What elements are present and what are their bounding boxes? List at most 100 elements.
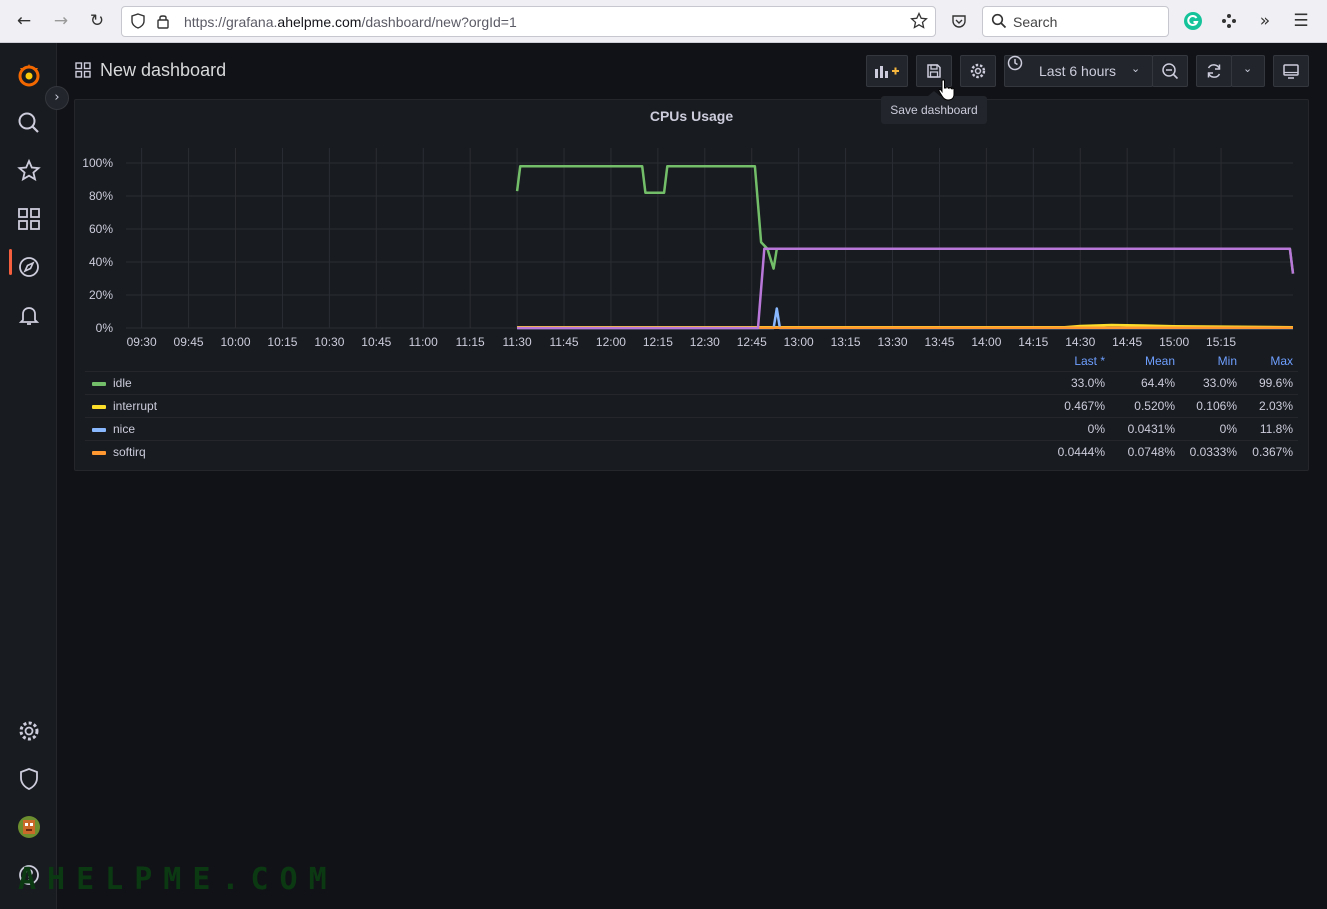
x-tick-label: 14:15 [1018, 335, 1048, 349]
search-icon[interactable] [16, 110, 42, 136]
legend-header-last[interactable]: Last * [1025, 354, 1105, 368]
legend-row-interrupt[interactable]: interrupt 0.467% 0.520% 0.106% 2.03% [85, 394, 1298, 417]
y-tick-label: 80% [89, 189, 113, 203]
reload-icon[interactable]: ↻ [85, 9, 109, 33]
watermark: AHELPME.COM [18, 862, 338, 897]
x-tick-label: 14:30 [1065, 335, 1095, 349]
time-range-picker[interactable]: Last 6 hours ⌄ [1004, 55, 1153, 87]
pocket-icon[interactable] [947, 9, 971, 33]
configuration-gear-icon[interactable] [16, 718, 42, 744]
legend-swatch [92, 382, 106, 386]
x-tick-label: 13:15 [831, 335, 861, 349]
legend-mean: 0.520% [1134, 399, 1175, 413]
legend-series-name[interactable]: idle [113, 376, 132, 390]
browser-toolbar: ← → ↻ https://grafana.ahelpme.com/dashbo… [0, 0, 1327, 43]
legend-last: 33.0% [1070, 376, 1105, 390]
x-tick-label: 09:30 [127, 335, 157, 349]
legend-mean: 0.0431% [1127, 422, 1175, 436]
url-bar[interactable]: https://grafana.ahelpme.com/dashboard/ne… [121, 6, 936, 37]
legend-swatch [92, 428, 106, 432]
dashboard-grid-icon [75, 62, 91, 78]
legend-mean: 0.0748% [1127, 445, 1175, 459]
zoom-out-button[interactable] [1152, 55, 1188, 87]
x-tick-label: 14:00 [971, 335, 1001, 349]
x-tick-label: 10:30 [314, 335, 344, 349]
legend-series-name[interactable]: softirq [113, 445, 146, 459]
x-tick-label: 12:15 [643, 335, 673, 349]
legend-header-min[interactable]: Min [1175, 354, 1237, 368]
bookmark-star-icon[interactable] [910, 11, 928, 34]
y-tick-label: 20% [89, 288, 113, 302]
legend-min: 33.0% [1202, 376, 1237, 390]
x-tick-label: 13:45 [924, 335, 954, 349]
forward-icon[interactable]: → [49, 9, 73, 33]
legend-last: 0% [1087, 422, 1105, 436]
x-tick-label: 12:00 [596, 335, 626, 349]
x-tick-label: 13:30 [878, 335, 908, 349]
expand-menu-button[interactable]: › [45, 86, 69, 110]
legend-max: 2.03% [1258, 399, 1293, 413]
x-tick-label: 11:30 [503, 335, 532, 349]
cpu-usage-chart[interactable]: 100% 80% 60% 40% 20% 0% 09:30 09:45 10:00 10:15 10… [75, 100, 1308, 350]
x-tick-label: 14:45 [1112, 335, 1142, 349]
legend-min: 0% [1219, 422, 1237, 436]
url-text: https://grafana.ahelpme.com/dashboard/ne… [184, 14, 517, 30]
x-tick-label: 15:00 [1159, 335, 1189, 349]
legend-mean: 64.4% [1140, 376, 1175, 390]
x-tick-label: 10:45 [361, 335, 391, 349]
lock-icon[interactable] [156, 13, 170, 33]
hamburger-menu-icon[interactable]: ☰ [1289, 9, 1313, 33]
overflow-chevrons-icon[interactable]: » [1253, 9, 1277, 33]
legend-header-max[interactable]: Max [1237, 354, 1293, 368]
shield-icon[interactable] [130, 13, 146, 33]
legend-swatch [92, 405, 106, 409]
active-indicator [9, 249, 12, 275]
page-title: New dashboard [100, 60, 227, 80]
tv-mode-button[interactable] [1273, 55, 1309, 87]
legend-row-nice[interactable]: nice 0% 0.0431% 0% 11.8% [85, 417, 1298, 440]
x-tick-label: 12:30 [690, 335, 720, 349]
dashboard-settings-button[interactable] [960, 55, 996, 87]
series-line [517, 247, 1295, 330]
side-menu [0, 43, 57, 909]
extension-icon[interactable] [1217, 9, 1241, 33]
legend-max: 11.8% [1259, 422, 1293, 436]
x-tick-label: 11:00 [409, 335, 438, 349]
explore-compass-icon[interactable] [16, 254, 42, 280]
x-tick-label: 11:45 [549, 335, 578, 349]
y-tick-label: 60% [89, 222, 113, 236]
legend-last: 0.0444% [1057, 445, 1105, 459]
legend-row-softirq[interactable]: softirq 0.0444% 0.0748% 0.0333% 0.367% [85, 440, 1298, 463]
add-panel-button[interactable] [866, 55, 908, 87]
dashboards-icon[interactable] [16, 206, 42, 232]
legend-series-name[interactable]: interrupt [113, 399, 157, 413]
y-tick-label: 0% [96, 321, 114, 335]
refresh-interval-dropdown[interactable]: ⌄ [1231, 55, 1265, 87]
grafana-logo-icon[interactable] [16, 62, 42, 88]
x-tick-label: 15:15 [1206, 335, 1236, 349]
search-icon [991, 13, 1007, 33]
legend-min: 0.0333% [1189, 445, 1237, 459]
legend-max: 0.367% [1252, 445, 1293, 459]
y-tick-label: 40% [89, 255, 113, 269]
alerting-bell-icon[interactable] [16, 302, 42, 328]
browser-search-input[interactable]: Search [982, 6, 1169, 37]
x-tick-label: 09:45 [174, 335, 204, 349]
grammarly-icon[interactable] [1181, 9, 1205, 33]
x-tick-label: 11:15 [456, 335, 485, 349]
starred-icon[interactable] [16, 158, 42, 184]
user-avatar-icon[interactable] [16, 814, 42, 840]
legend-min: 0.106% [1196, 399, 1237, 413]
refresh-button[interactable] [1196, 55, 1232, 87]
save-dashboard-tooltip: Save dashboard [881, 91, 987, 124]
server-admin-shield-icon[interactable] [16, 766, 42, 792]
y-tick-label: 100% [82, 156, 113, 170]
x-tick-label: 10:15 [267, 335, 297, 349]
legend-row-idle[interactable]: idle 33.0% 64.4% 33.0% 99.6% [85, 371, 1298, 394]
cpu-usage-panel[interactable]: CPUs Usage 100% 80% 60% 40% 20% 0% 09:30 09:45 1… [74, 99, 1309, 471]
chevron-down-icon: ⌄ [1243, 63, 1253, 75]
hand-cursor-icon [938, 79, 955, 101]
legend-series-name[interactable]: nice [113, 422, 135, 436]
legend-header-mean[interactable]: Mean [1105, 354, 1175, 368]
back-icon[interactable]: ← [12, 9, 36, 33]
